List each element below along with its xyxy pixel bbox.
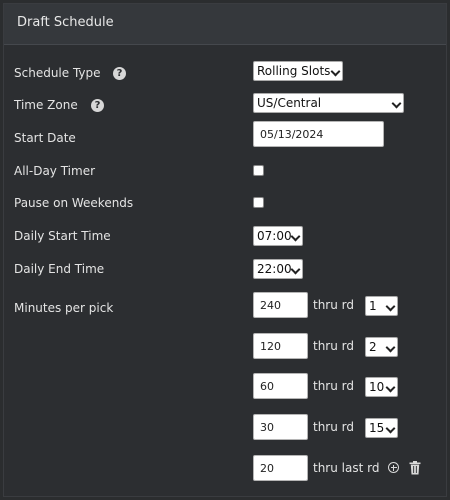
time-zone-label: Time Zone [14, 98, 78, 112]
panel-header: Draft Schedule [4, 4, 446, 45]
thru-round-label: thru rd [313, 379, 355, 393]
minutes-input-3[interactable]: 60 [253, 373, 308, 399]
minutes-value: 240 [260, 298, 281, 312]
pause-on-weekends-label: Pause on Weekends [14, 196, 134, 210]
thru-round-label: thru rd [313, 420, 355, 434]
chevron-down-icon [385, 423, 396, 434]
chevron-down-icon [385, 382, 396, 393]
daily-start-time-value: 07:00 [257, 229, 292, 243]
minutes-value: 60 [260, 379, 274, 393]
round-select-2[interactable]: 2 [365, 337, 398, 357]
schedule-type-help-icon[interactable]: ? [113, 67, 126, 80]
chevron-down-icon [290, 264, 301, 275]
daily-end-time-label: Daily End Time [14, 262, 105, 276]
minutes-value: 20 [260, 461, 274, 475]
all-day-timer-label: All-Day Timer [14, 164, 96, 178]
daily-start-time-label: Daily Start Time [14, 229, 111, 243]
daily-start-time-select[interactable]: 07:00 [253, 226, 303, 246]
chevron-down-icon [290, 231, 301, 242]
round-value: 15 [369, 421, 385, 435]
start-date-input[interactable]: 05/13/2024 [253, 121, 384, 147]
round-select-3[interactable]: 10 [365, 377, 398, 397]
add-row-icon[interactable] [388, 462, 399, 473]
chevron-down-icon [391, 98, 402, 109]
schedule-type-label: Schedule Type [14, 66, 101, 80]
panel-title: Draft Schedule [17, 15, 114, 30]
pause-on-weekends-checkbox[interactable] [253, 197, 264, 208]
schedule-type-select[interactable]: Rolling Slots [253, 61, 343, 81]
thru-round-label: thru rd [313, 298, 355, 312]
minutes-value: 30 [260, 420, 274, 434]
minutes-input-last[interactable]: 20 [253, 455, 308, 481]
schedule-type-value: Rolling Slots [257, 64, 331, 78]
chevron-down-icon [385, 342, 396, 353]
minutes-input-4[interactable]: 30 [253, 414, 308, 440]
round-value: 10 [369, 380, 385, 394]
start-date-value: 05/13/2024 [260, 127, 324, 141]
trash-icon[interactable] [409, 461, 421, 475]
chevron-down-icon [330, 66, 341, 77]
time-zone-help-icon[interactable]: ? [91, 99, 104, 112]
minutes-value: 120 [260, 339, 281, 353]
thru-last-round-label: thru last rd [313, 461, 380, 475]
round-select-4[interactable]: 15 [365, 418, 398, 438]
minutes-per-pick-label: Minutes per pick [14, 301, 114, 315]
minutes-input-2[interactable]: 120 [253, 333, 308, 359]
start-date-label: Start Date [14, 131, 76, 145]
chevron-down-icon [385, 301, 396, 312]
round-select-1[interactable]: 1 [365, 296, 398, 316]
time-zone-value: US/Central [257, 96, 322, 110]
thru-round-label: thru rd [313, 339, 355, 353]
daily-end-time-value: 22:00 [257, 262, 292, 276]
round-value: 1 [369, 299, 377, 313]
minutes-input-1[interactable]: 240 [253, 292, 308, 318]
daily-end-time-select[interactable]: 22:00 [253, 259, 303, 279]
all-day-timer-checkbox[interactable] [253, 165, 264, 176]
round-value: 2 [369, 340, 377, 354]
time-zone-select[interactable]: US/Central [253, 93, 404, 113]
